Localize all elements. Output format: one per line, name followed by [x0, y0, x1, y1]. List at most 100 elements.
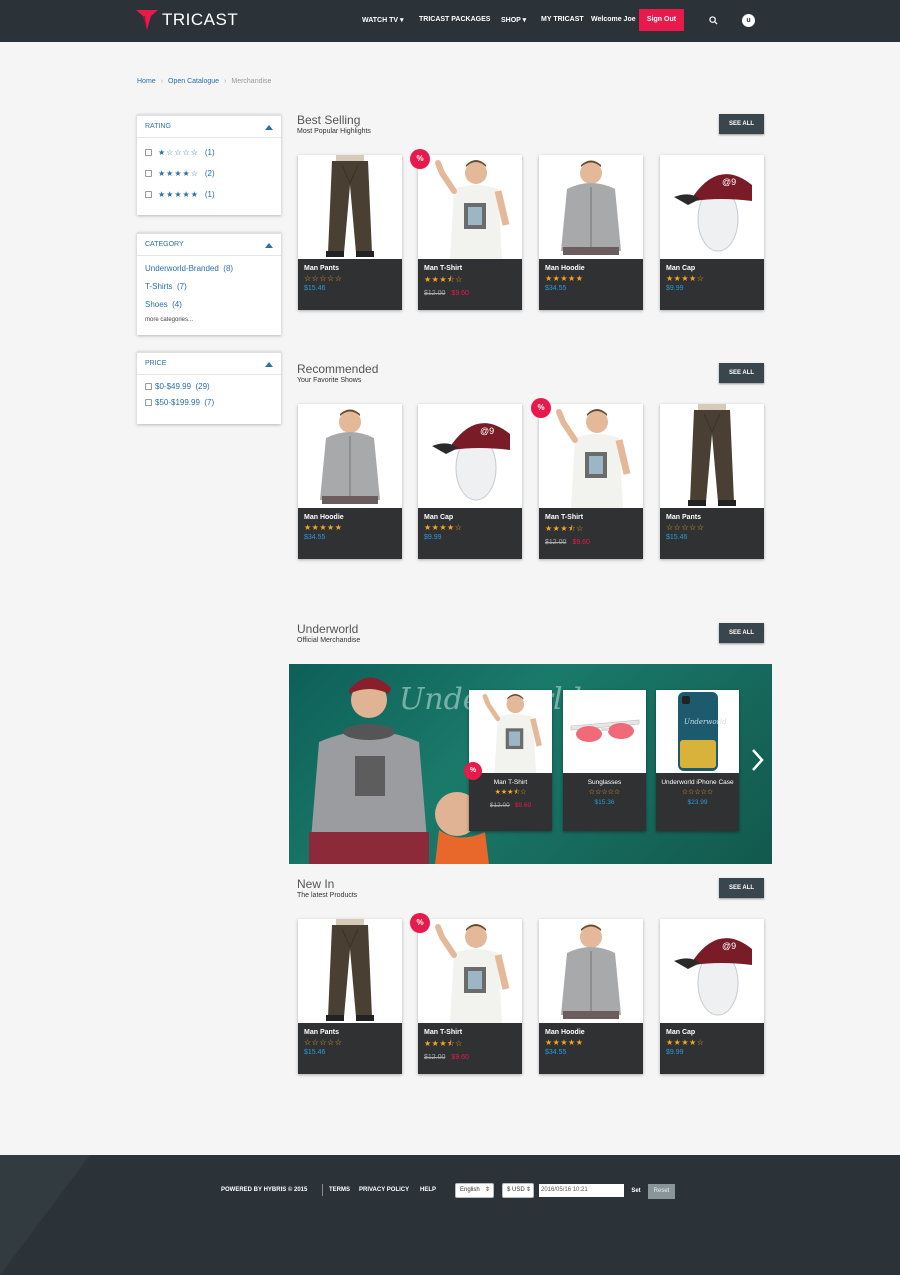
category-link-underworld[interactable]: Underworld-Branded (8) [137, 259, 281, 277]
price-checkbox[interactable] [145, 382, 152, 390]
product-name[interactable]: Man Hoodie [545, 1029, 637, 1036]
caret-up-icon[interactable] [265, 243, 273, 248]
product-image[interactable]: @9 [660, 919, 764, 1023]
tricast-logo[interactable]: TRICAST [136, 10, 238, 30]
product-image[interactable] [418, 919, 522, 1023]
product-card[interactable]: @9 Man Cap ★★★★☆ $9.99 [660, 155, 764, 310]
product-name[interactable]: Man Pants [304, 1029, 396, 1036]
product-name[interactable]: Man Hoodie [545, 265, 637, 272]
banner-product-card[interactable]: Sunglasses ☆☆☆☆☆ $15.36 [563, 690, 646, 831]
facet-category-header[interactable]: CATEGORY [137, 234, 281, 256]
footer-divider [322, 1184, 323, 1196]
product-image[interactable] [298, 404, 402, 508]
category-link-tshirts[interactable]: T-Shirts (7) [137, 277, 281, 295]
product-name[interactable]: Man Hoodie [304, 514, 396, 521]
product-image[interactable] [298, 155, 402, 259]
product-name[interactable]: Man T-Shirt [472, 778, 549, 787]
product-card[interactable]: Man T-Shirt ★★★⯪☆ $12.00 $9.60 [418, 919, 522, 1074]
product-name[interactable]: Man Pants [666, 514, 758, 521]
product-card[interactable]: Man Pants ☆☆☆☆☆ $15.46 [660, 404, 764, 559]
select-arrows-icon: ⇕ [484, 1187, 490, 1193]
user-avatar[interactable]: u [742, 14, 755, 27]
product-name[interactable]: Man Cap [424, 514, 516, 521]
product-name[interactable]: Man Pants [304, 265, 396, 272]
language-select[interactable]: English ⇕ [455, 1183, 494, 1198]
product-info: Man Hoodie ★★★★★ $34.55 [539, 1023, 643, 1074]
date-input[interactable]: 2016/05/16 10:21 [539, 1184, 624, 1197]
currency-select[interactable]: $ USD ⇕ [502, 1183, 534, 1198]
breadcrumb-open-catalogue[interactable]: Open Catalogue [168, 78, 219, 85]
product-card[interactable]: Man Pants ☆☆☆☆☆ $15.46 [298, 919, 402, 1074]
product-card[interactable]: Man Hoodie ★★★★★ $34.55 [298, 404, 402, 559]
product-info: Man Cap ★★★★☆ $9.99 [418, 508, 522, 559]
facet-price-header[interactable]: PRICE [137, 353, 281, 375]
section-title: New In [297, 877, 335, 891]
product-name[interactable]: Underworld iPhone Case [659, 778, 736, 787]
product-card[interactable]: Man Hoodie ★★★★★ $34.55 [539, 155, 643, 310]
category-link-shoes[interactable]: Shoes (4) [137, 295, 281, 313]
caret-up-icon[interactable] [265, 125, 273, 130]
product-image[interactable] [469, 690, 552, 773]
product-name[interactable]: Man Cap [666, 265, 758, 272]
see-all-button[interactable]: SEE ALL [719, 878, 764, 898]
nav-shop[interactable]: SHOP ▾ [501, 16, 526, 24]
search-icon[interactable] [709, 16, 718, 25]
product-card[interactable]: Man T-Shirt ★★★⯪☆ $12.00 $9.60 [539, 404, 643, 559]
product-card[interactable]: Man T-Shirt ★★★⯪☆ $12.00 $9.60 [418, 155, 522, 310]
product-info: Man Pants ☆☆☆☆☆ $15.46 [660, 508, 764, 559]
nav-my-tricast[interactable]: MY TRICAST [541, 16, 584, 23]
sign-out-button[interactable]: Sign Out [639, 9, 684, 31]
product-name[interactable]: Man T-Shirt [424, 265, 516, 272]
caret-up-icon[interactable] [265, 362, 273, 367]
sale-price: $9.60 [451, 1054, 469, 1061]
footer-link-help[interactable]: HELP [420, 1187, 436, 1193]
rating-checkbox[interactable] [145, 169, 152, 177]
product-image[interactable] [418, 155, 522, 259]
product-name[interactable]: Man T-Shirt [545, 514, 637, 521]
banner-product-card[interactable]: Man T-Shirt ★★★⯪☆ $12.00 $9.60 [469, 690, 552, 831]
product-name[interactable]: Sunglasses [566, 778, 643, 787]
nav-watch-tv[interactable]: WATCH TV ▾ [362, 16, 404, 24]
see-all-button[interactable]: SEE ALL [719, 363, 764, 383]
breadcrumb-home[interactable]: Home [137, 78, 156, 85]
product-image[interactable]: @9 [660, 155, 764, 259]
facet-count: (29) [195, 381, 210, 391]
banner-product-card[interactable]: Underworld Underworld iPhone Case ☆☆☆☆☆ … [656, 690, 739, 831]
product-card[interactable]: Man Hoodie ★★★★★ $34.55 [539, 919, 643, 1074]
price-checkbox[interactable] [145, 398, 152, 406]
facet-price-row[interactable]: $0-$49.99 (29) [137, 378, 281, 394]
product-name[interactable]: Man Cap [666, 1029, 758, 1036]
footer-link-terms[interactable]: TERMS [329, 1187, 350, 1193]
facet-count: (8) [223, 263, 234, 273]
product-name[interactable]: Man T-Shirt [424, 1029, 516, 1036]
product-card[interactable]: @9 Man Cap ★★★★☆ $9.99 [660, 919, 764, 1074]
chevron-right-icon[interactable] [750, 748, 764, 772]
see-all-button[interactable]: SEE ALL [719, 623, 764, 643]
product-image[interactable] [298, 919, 402, 1023]
section-subtitle: Official Merchandise [297, 637, 361, 644]
product-image[interactable] [539, 404, 643, 508]
set-button[interactable]: Set [626, 1184, 646, 1199]
more-categories-link[interactable]: more categories... [137, 313, 281, 327]
facet-rating-row[interactable]: ★☆☆☆☆ (1) [137, 143, 281, 161]
facet-price-row[interactable]: $50-$199.99 (7) [137, 394, 281, 410]
footer-link-privacy[interactable]: PRIVACY POLICY [359, 1187, 409, 1193]
product-price: $15.46 [304, 285, 326, 292]
nav-tricast-packages[interactable]: TRICAST PACKAGES [419, 16, 490, 23]
rating-checkbox[interactable] [145, 148, 152, 156]
product-image[interactable]: Underworld [656, 690, 739, 773]
product-card[interactable]: Man Pants ☆☆☆☆☆ $15.46 [298, 155, 402, 310]
product-image[interactable] [660, 404, 764, 508]
product-image[interactable] [539, 155, 643, 259]
product-image[interactable] [539, 919, 643, 1023]
reset-button[interactable]: Reset [648, 1184, 675, 1199]
facet-rating-row[interactable]: ★★★★★ (1) [137, 185, 281, 203]
facet-rating-header[interactable]: RATING [137, 116, 281, 138]
logo-mark-icon [136, 10, 158, 30]
rating-checkbox[interactable] [145, 190, 152, 198]
see-all-button[interactable]: SEE ALL [719, 114, 764, 134]
product-card[interactable]: @9 Man Cap ★★★★☆ $9.99 [418, 404, 522, 559]
product-image[interactable] [563, 690, 646, 773]
facet-rating-row[interactable]: ★★★★☆ (2) [137, 164, 281, 182]
product-image[interactable]: @9 [418, 404, 522, 508]
